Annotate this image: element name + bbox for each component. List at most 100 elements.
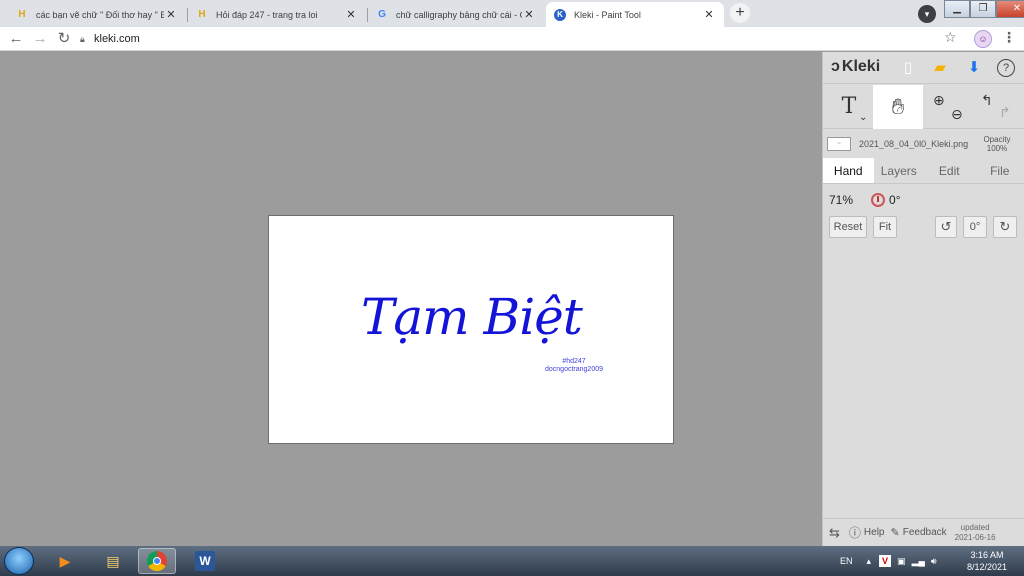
- zoom-in-icon[interactable]: ⊕: [933, 93, 945, 107]
- browser-tab-4-active[interactable]: K Kleki - Paint Tool ✕: [546, 2, 724, 27]
- minimize-button[interactable]: ▁: [944, 0, 970, 18]
- browser-tab-2[interactable]: H Hỏi đáp 247 - trang tra loi ✕: [188, 2, 366, 27]
- kleki-logo[interactable]: ↄ Kleki: [831, 58, 880, 76]
- rotation-angle: 0°: [889, 193, 901, 207]
- address-bar: ← → ↻ 🔒︎ kleki.com ☆ ☺ ⋮: [0, 27, 1024, 51]
- hand-tool-icon[interactable]: ✋︎: [873, 85, 923, 129]
- profile-avatar[interactable]: ☺: [974, 30, 992, 48]
- open-folder-icon[interactable]: ▰: [929, 57, 951, 79]
- kleki-logo-icon: ↄ: [831, 58, 840, 75]
- media-player-icon[interactable]: ▶: [46, 548, 84, 574]
- word-icon[interactable]: W: [186, 548, 224, 574]
- language-indicator[interactable]: EN: [840, 556, 853, 566]
- browser-tab-3[interactable]: G chữ calligraphy bảng chữ cái - Go ✕: [368, 2, 544, 27]
- close-tab-icon[interactable]: ✕: [344, 8, 358, 21]
- rotate-left-icon[interactable]: ↺: [935, 216, 957, 238]
- tool-panel: ↄ Kleki ▯ ▰ ⬇ ? T ⌄ ✋︎ ⊕ ⊖ ↰ ↱ ~ 2021_08_…: [822, 52, 1024, 546]
- feedback-icon[interactable]: ✎: [891, 526, 900, 539]
- calligraphy-text: Tạm Biệt: [361, 288, 583, 346]
- rotate-reset-button[interactable]: 0°: [963, 216, 987, 238]
- drawing-canvas[interactable]: Tạm Biệt #hd247 docngoctrang2009: [268, 215, 674, 444]
- tab-layers[interactable]: Layers: [874, 158, 925, 183]
- back-arrow-icon[interactable]: ←: [6, 29, 26, 49]
- bookmark-star-icon[interactable]: ☆: [944, 29, 957, 46]
- fit-button[interactable]: Fit: [873, 216, 897, 238]
- close-tab-icon[interactable]: ✕: [702, 8, 716, 21]
- credit-text: #hd247 docngoctrang2009: [545, 358, 603, 374]
- hoidap-favicon-icon: H: [18, 9, 26, 20]
- opacity-label: Opacity: [983, 135, 1011, 144]
- system-tray: EN ▴ V ▣ ▂▄ 🔊︎: [840, 546, 937, 576]
- hoidap-favicon-icon: H: [198, 9, 206, 20]
- file-explorer-icon[interactable]: ▤: [94, 548, 132, 574]
- start-button[interactable]: [4, 547, 34, 575]
- volume-icon[interactable]: 🔊︎: [931, 556, 937, 567]
- tool-bar: T ⌄ ✋︎ ⊕ ⊖ ↰ ↱: [823, 85, 1024, 129]
- tab-title: chữ calligraphy bảng chữ cái - Go: [396, 9, 522, 20]
- update-info: updated 2021-06-16: [955, 523, 996, 543]
- tab-file[interactable]: File: [975, 158, 1024, 183]
- tab-title: Kleki - Paint Tool: [574, 9, 641, 20]
- close-window-button[interactable]: ✕: [996, 0, 1024, 18]
- chrome-icon[interactable]: [138, 548, 176, 574]
- new-tab-button[interactable]: +: [730, 3, 750, 23]
- zoom-out-icon[interactable]: ⊖: [951, 107, 963, 121]
- opacity-indicator[interactable]: Opacity 100%: [977, 135, 1017, 153]
- swap-side-icon[interactable]: ⇆: [829, 525, 840, 541]
- tab-hand[interactable]: Hand: [823, 158, 874, 183]
- google-favicon-icon: G: [378, 9, 386, 20]
- view-buttons: Reset Fit ↺ 0° ↻: [823, 216, 1024, 238]
- browser-tab-1[interactable]: H các bạn vẽ chữ " Đối thơ hay " Bằ ✕: [8, 2, 186, 27]
- browser-menu-icon[interactable]: ⋮: [1002, 29, 1016, 46]
- help-icon[interactable]: ?: [997, 59, 1015, 77]
- tab-title: các bạn vẽ chữ " Đối thơ hay " Bằ: [36, 9, 164, 20]
- panel-header: ↄ Kleki ▯ ▰ ⬇ ?: [823, 52, 1024, 84]
- clock[interactable]: 3:16 AM 8/12/2021: [962, 549, 1012, 573]
- panel-tabs: Hand Layers Edit File: [823, 158, 1024, 184]
- zoom-level: 71%: [829, 193, 854, 207]
- show-hidden-icons-icon[interactable]: ▴: [867, 556, 872, 567]
- updated-date: 2021-06-16: [954, 532, 996, 542]
- feedback-link[interactable]: Feedback: [903, 527, 947, 538]
- credit-hashtag: #hd247: [562, 358, 586, 365]
- browser-tab-strip: H các bạn vẽ chữ " Đối thơ hay " Bằ ✕ H …: [0, 0, 1024, 27]
- help-link[interactable]: Help: [864, 527, 885, 538]
- antivirus-icon[interactable]: V: [879, 555, 892, 567]
- reload-icon[interactable]: ↻: [54, 29, 74, 49]
- tab-edit[interactable]: Edit: [924, 158, 975, 183]
- download-icon[interactable]: ⬇: [963, 57, 985, 79]
- updated-label: updated: [960, 522, 990, 532]
- tab-search-icon[interactable]: ▾: [918, 5, 936, 23]
- close-tab-icon[interactable]: ✕: [522, 8, 536, 21]
- help-circle-icon[interactable]: ⓘ: [849, 524, 861, 541]
- file-name: 2021_08_04_0l0_Kleki.png: [859, 139, 969, 149]
- lock-icon: 🔒︎: [80, 33, 85, 44]
- clock-time: 3:16 AM: [970, 550, 1004, 560]
- reset-button[interactable]: Reset: [829, 216, 867, 238]
- taskbar: ▶ ▤ W EN ▴ V ▣ ▂▄ 🔊︎ 3:16 AM 8/12/2021: [0, 546, 1024, 576]
- compass-icon: [871, 193, 886, 207]
- tray-device-icon[interactable]: ▣: [897, 556, 906, 567]
- tab-title: Hỏi đáp 247 - trang tra loi: [216, 9, 318, 20]
- logo-text: Kleki: [841, 58, 881, 75]
- close-tab-icon[interactable]: ✕: [164, 8, 178, 21]
- kleki-favicon-icon: K: [554, 8, 566, 21]
- restore-button[interactable]: ❐: [970, 0, 996, 18]
- new-image-icon[interactable]: ▯: [897, 57, 919, 79]
- layer-thumbnail[interactable]: ~: [827, 137, 851, 151]
- canvas-workspace[interactable]: Tạm Biệt #hd247 docngoctrang2009: [0, 52, 822, 546]
- view-status-row: 71% 0°: [829, 192, 1019, 208]
- url-field[interactable]: 🔒︎ kleki.com: [80, 29, 970, 49]
- network-icon[interactable]: ▂▄: [912, 556, 925, 567]
- file-info-row: ~ 2021_08_04_0l0_Kleki.png Opacity 100%: [823, 130, 1024, 158]
- redo-icon[interactable]: ↱: [999, 105, 1011, 119]
- opacity-value: 100%: [986, 144, 1008, 153]
- credit-author: docngoctrang2009: [545, 366, 603, 373]
- forward-arrow-icon[interactable]: →: [30, 29, 50, 49]
- zoom-tool: ⊕ ⊖: [929, 85, 971, 129]
- text-tool-icon[interactable]: T ⌄: [829, 85, 869, 129]
- url-text: kleki.com: [94, 33, 140, 45]
- rotate-right-icon[interactable]: ↻: [993, 216, 1017, 238]
- panel-footer: ⇆ ⓘ Help ✎ Feedback updated 2021-06-16: [823, 518, 1024, 546]
- undo-icon[interactable]: ↰: [981, 93, 993, 107]
